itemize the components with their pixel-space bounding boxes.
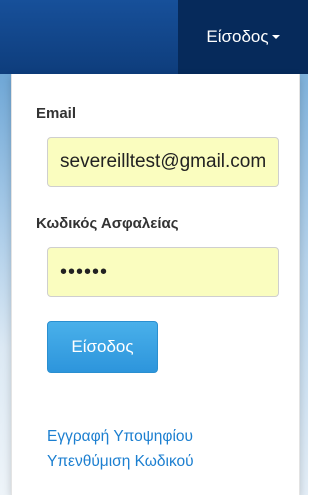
page-background-left bbox=[0, 74, 11, 495]
caret-down-icon bbox=[271, 35, 280, 39]
page-background-right bbox=[300, 74, 308, 495]
email-label: Email bbox=[36, 105, 77, 122]
login-dropdown-label: Είσοδος bbox=[206, 27, 269, 46]
email-field[interactable] bbox=[47, 137, 279, 187]
login-dropdown-toggle[interactable]: Είσοδος bbox=[178, 0, 308, 74]
password-label: Κωδικός Ασφαλείας bbox=[36, 215, 179, 232]
top-navbar: Είσοδος bbox=[0, 0, 308, 74]
register-link[interactable]: Εγγραφή Υποψηφίου bbox=[47, 428, 193, 446]
login-button[interactable]: Είσοδος bbox=[47, 321, 158, 373]
password-field[interactable] bbox=[47, 247, 279, 297]
password-reminder-link[interactable]: Υπενθύμιση Κωδικού bbox=[47, 453, 194, 471]
